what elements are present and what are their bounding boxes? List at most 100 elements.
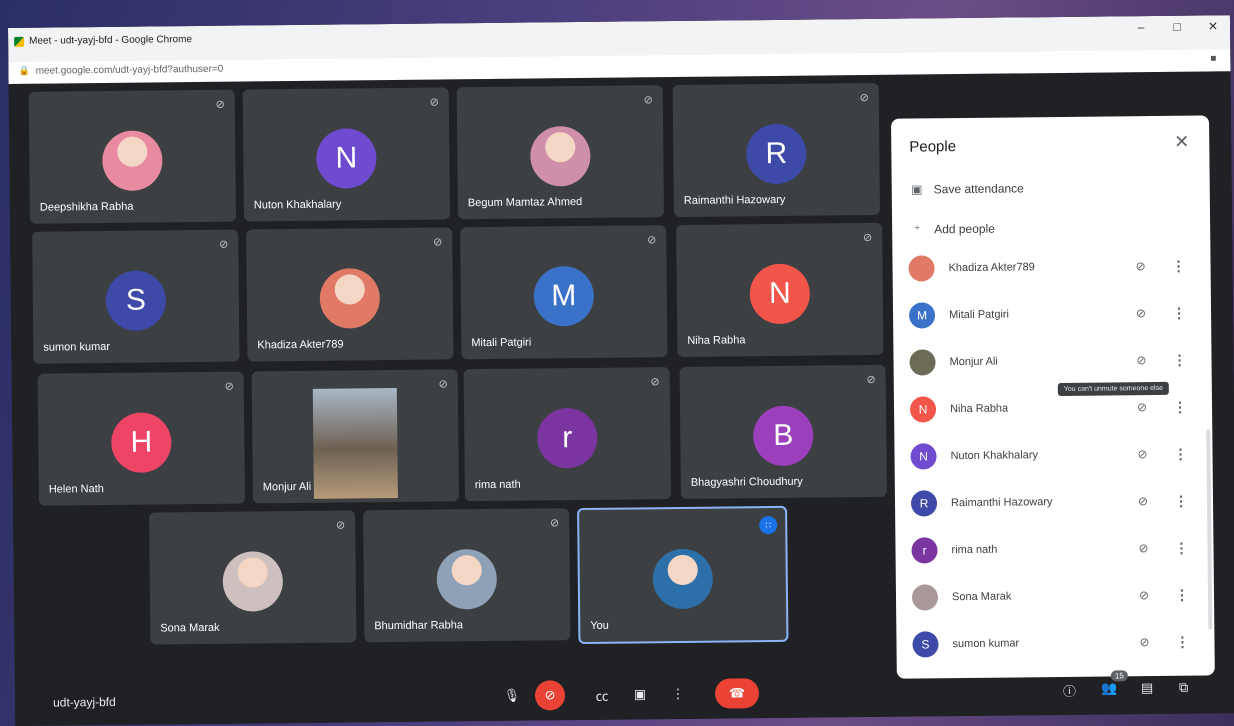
more-options-icon[interactable]: ⋮ xyxy=(1171,492,1191,509)
participant-tile[interactable]: ⊘ Bhumidhar Rabha xyxy=(363,508,571,643)
mic-off-icon[interactable]: ⊘ xyxy=(1132,447,1152,461)
mic-off-icon[interactable]: ⊘ xyxy=(1131,306,1151,320)
more-options-icon[interactable]: ⋮ xyxy=(1172,633,1192,650)
participant-tile[interactable]: M ⊘ Mitali Patgiri xyxy=(460,225,668,360)
mic-off-icon: ⊘ xyxy=(866,373,876,387)
camera-icon[interactable]: ■ xyxy=(1210,53,1216,64)
participant-tile[interactable]: ∷ You xyxy=(577,505,789,645)
participant-tile[interactable]: ⊘ Monjur Ali xyxy=(251,369,459,504)
chat-icon: ▤ xyxy=(1140,680,1154,696)
participant-avatar: H xyxy=(111,412,172,473)
person-name: Niha Rabha xyxy=(949,402,1009,416)
participant-avatar: R xyxy=(746,123,807,185)
participant-tile[interactable]: ⊘ Sona Marak xyxy=(149,510,357,645)
mic-off-icon: ⊘ xyxy=(215,98,225,111)
camera-off-icon: ⊘ xyxy=(544,687,556,703)
participant-tile[interactable]: S ⊘ sumon kumar xyxy=(32,229,240,364)
participant-avatar: S xyxy=(105,270,167,331)
add-people-button[interactable]: ⁺ Add people xyxy=(910,222,995,237)
activities-icon: ⧉ xyxy=(1178,679,1189,695)
chrome-window: Meet - udt-yayj-bfd - Google Chrome – □ … xyxy=(8,15,1234,726)
mic-off-icon: ⊘ xyxy=(643,94,653,107)
participant-video xyxy=(312,387,398,499)
mic-off-icon: ⊘ xyxy=(224,380,234,393)
window-title: Meet - udt-yayj-bfd - Google Chrome xyxy=(14,34,192,47)
mic-off-icon[interactable]: ⊘ xyxy=(1130,259,1150,273)
participant-tile[interactable]: N ⊘ Nuton Khakhalary xyxy=(242,87,451,222)
mic-off-icon[interactable]: ⊘ xyxy=(1132,400,1152,414)
panel-scrollbar[interactable] xyxy=(1206,429,1213,630)
person-avatar xyxy=(909,349,936,376)
person-avatar: M xyxy=(908,302,936,329)
mic-off-icon: ⊘ xyxy=(219,238,229,251)
maximize-button[interactable]: □ xyxy=(1170,20,1184,34)
participant-tile[interactable]: B ⊘ Bhagyashri Choudhury xyxy=(679,364,887,499)
save-attendance-label: Save attendance xyxy=(933,181,1024,197)
mic-off-icon[interactable]: ⊘ xyxy=(1133,541,1153,555)
person-avatar: S xyxy=(912,631,939,658)
camera-off-button[interactable]: ⊘ xyxy=(534,680,566,711)
activities-button[interactable]: ⧉ xyxy=(1179,680,1188,696)
window-controls: – □ ✕ xyxy=(1134,19,1220,34)
participant-tile[interactable]: ⊘ Khadiza Akter789 xyxy=(246,227,454,362)
captions-button[interactable]: ㏄ xyxy=(587,680,617,710)
more-options-icon[interactable]: ⋮ xyxy=(1171,539,1191,556)
participant-tile[interactable]: ⊘ Begum Mamtaz Ahmed xyxy=(456,85,665,220)
participant-name: Helen Nath xyxy=(48,483,104,496)
person-name: Monjur Ali xyxy=(949,355,998,369)
meet-stage: ⊘ Deepshikha Rabha N ⊘ Nuton Khakhalary ⊘ Begu… xyxy=(8,71,1234,726)
mic-off-icon: ⊘ xyxy=(432,236,443,249)
more-options-icon[interactable]: ⋮ xyxy=(1172,586,1192,603)
people-list-item[interactable]: M Mitali Patgiri ⊘ ⋮ xyxy=(908,293,1189,336)
mic-off-icon[interactable]: ⊘ xyxy=(1134,588,1154,602)
info-button[interactable]: ⓘ xyxy=(1063,681,1076,700)
more-options-icon[interactable]: ⋮ xyxy=(1168,257,1188,274)
url-field[interactable]: 🔒 meet.google.com/udt-yayj-bfd?authuser=… xyxy=(18,64,223,77)
person-avatar xyxy=(911,584,939,611)
mic-off-icon[interactable]: ⊘ xyxy=(1131,353,1151,367)
more-options-icon[interactable]: ⋮ xyxy=(1169,304,1189,321)
people-list-item[interactable]: Khadiza Akter789 ⊘ ⋮ xyxy=(908,246,1188,289)
participant-avatar: r xyxy=(537,407,598,469)
participant-photo xyxy=(530,125,591,187)
tooltip: You can't unmute someone else xyxy=(1057,381,1170,397)
mic-button[interactable]: 🎙 xyxy=(497,681,527,711)
people-list-item[interactable]: Ssumon kumar ⊘ ⋮ xyxy=(912,622,1192,665)
participant-name: Monjur Ali xyxy=(262,480,312,494)
participant-tile[interactable]: R ⊘ Raimanthi Hazowary xyxy=(672,82,881,218)
participant-tile[interactable]: r ⊘ rima nath xyxy=(463,367,671,502)
people-list-item[interactable]: Sona Marak ⊘ ⋮ xyxy=(911,575,1192,618)
participant-tile[interactable]: N ⊘ Niha Rabha xyxy=(676,222,884,358)
minimize-button[interactable]: – xyxy=(1134,20,1148,34)
more-icon: ⋮ xyxy=(671,685,685,702)
leave-call-button[interactable]: ☎ xyxy=(714,678,760,709)
people-list-item[interactable]: Monjur Ali ⊘ ⋮ xyxy=(909,340,1189,383)
people-list-item[interactable]: N Nuton Khakhalary ⊘ ⋮ xyxy=(910,434,1190,477)
participant-tile[interactable]: H ⊘ Helen Nath xyxy=(37,371,245,506)
person-avatar: N xyxy=(910,443,937,470)
participant-photo xyxy=(222,551,284,612)
more-options-icon[interactable]: ⋮ xyxy=(1170,398,1190,415)
participant-name: rima nath xyxy=(474,478,521,492)
close-panel-button[interactable]: ✕ xyxy=(1174,132,1189,153)
person-name: Nuton Khakhalary xyxy=(950,449,1039,463)
participant-photo xyxy=(319,268,381,329)
participant-avatar: N xyxy=(749,263,811,325)
people-button[interactable]: 👥 xyxy=(1101,680,1117,696)
more-options-button[interactable]: ⋮ xyxy=(663,679,693,709)
mic-off-icon: ⊘ xyxy=(859,91,869,105)
more-options-icon[interactable]: ⋮ xyxy=(1170,445,1190,462)
mic-off-icon: ⊘ xyxy=(650,376,660,389)
participant-name: Bhumidhar Rabha xyxy=(374,619,464,633)
mic-off-icon[interactable]: ⊘ xyxy=(1133,494,1153,508)
save-attendance-button[interactable]: ▣ Save attendance xyxy=(910,181,1024,196)
present-button[interactable]: ▣ xyxy=(625,679,655,709)
participant-tile[interactable]: ⊘ Deepshikha Rabha xyxy=(28,89,237,224)
people-list-item[interactable]: r rima nath ⊘ ⋮ xyxy=(911,528,1191,571)
close-window-button[interactable]: ✕ xyxy=(1206,19,1220,33)
people-list-item[interactable]: R Raimanthi Hazowary ⊘ ⋮ xyxy=(910,481,1191,524)
mic-off-icon[interactable]: ⊘ xyxy=(1134,635,1154,649)
more-options-icon[interactable]: ⋮ xyxy=(1169,351,1189,368)
participant-name: Deepshikha Rabha xyxy=(39,200,134,214)
chat-button[interactable]: ▤ xyxy=(1141,680,1153,696)
